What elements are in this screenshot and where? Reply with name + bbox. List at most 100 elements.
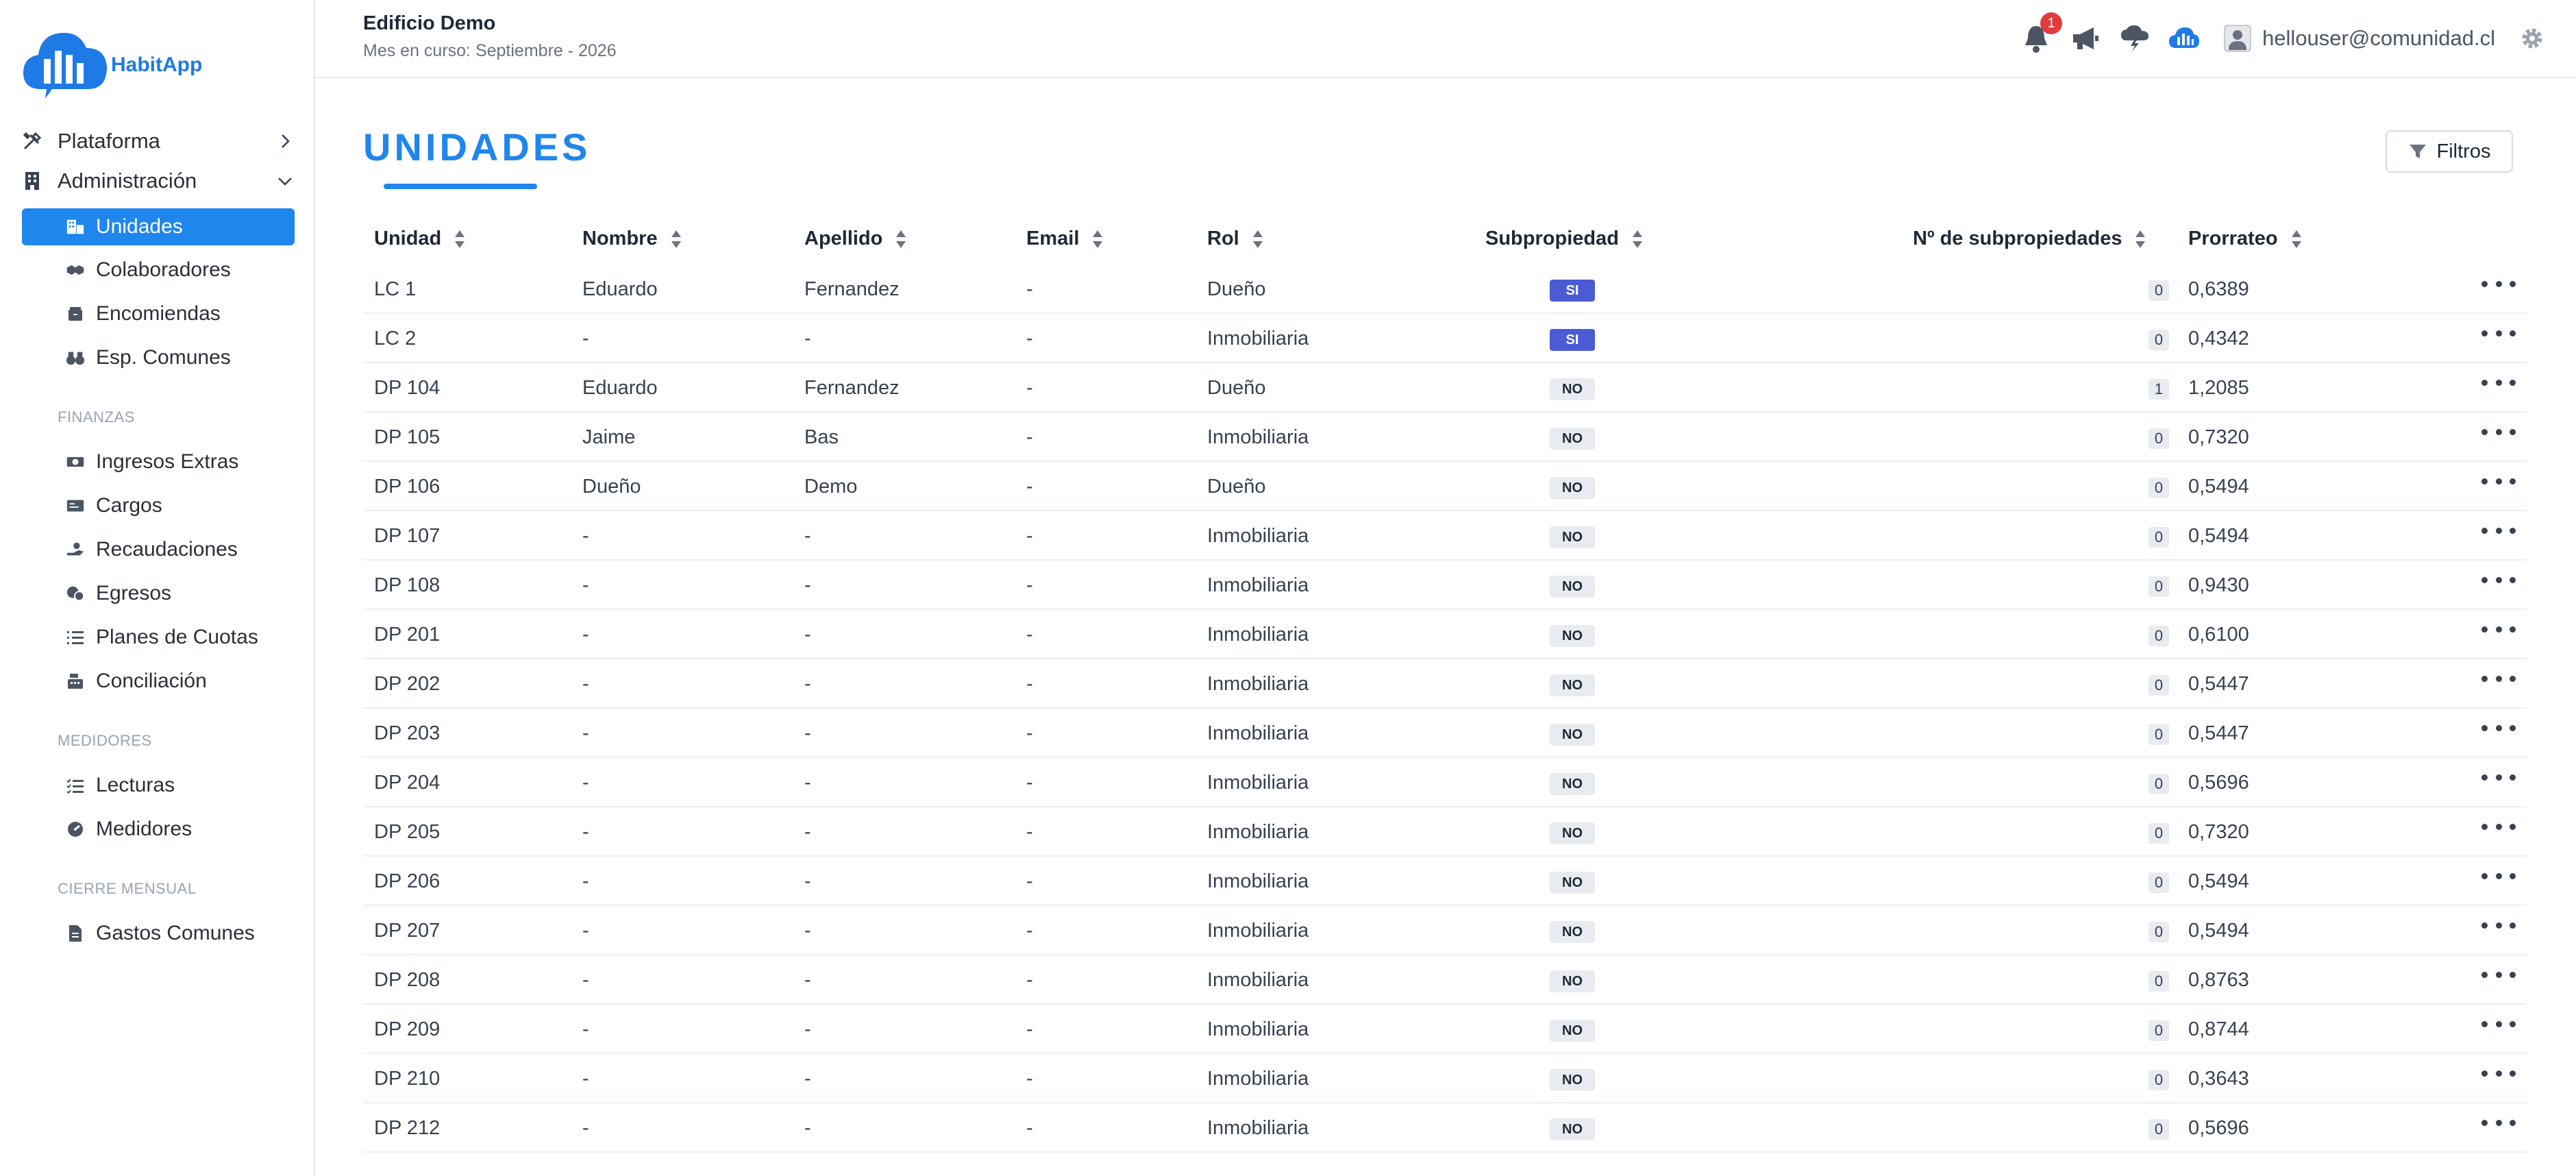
more-options-icon[interactable] xyxy=(2481,566,2516,593)
sidebar-item-plataforma[interactable]: Plataforma xyxy=(21,123,301,159)
sort-icon[interactable] xyxy=(895,229,907,249)
more-options-icon[interactable] xyxy=(2481,862,2516,890)
table-row[interactable]: DP 203 - - - Inmobiliaria NO 0 0,5447 xyxy=(363,709,2527,758)
table-row[interactable]: DP 106 Dueño Demo - Dueño NO 0 0,5494 xyxy=(363,462,2527,511)
cell-email: - xyxy=(1026,426,1033,448)
table-row[interactable]: DP 107 - - - Inmobiliaria NO 0 0,5494 xyxy=(363,511,2527,561)
sidebar-item-label: Administración xyxy=(58,169,197,193)
bell-icon[interactable]: 1 xyxy=(2020,12,2063,55)
units-icon xyxy=(66,218,85,236)
more-options-icon[interactable] xyxy=(2481,615,2516,643)
sort-icon[interactable] xyxy=(670,229,682,249)
sidebar-item-cargos[interactable]: Cargos xyxy=(22,487,295,524)
gear-icon[interactable] xyxy=(2516,22,2549,55)
sidebar-item-conciliacion[interactable]: Conciliación xyxy=(22,663,295,700)
column-header-num-subpropiedades[interactable]: Nº de subpropiedades xyxy=(1913,228,2146,250)
sidebar-item-colaboradores[interactable]: Colaboradores xyxy=(22,252,295,289)
sidebar-item-esp-comunes[interactable]: Esp. Comunes xyxy=(22,339,295,376)
column-header-apellido[interactable]: Apellido xyxy=(804,228,907,250)
table-row[interactable]: DP 108 - - - Inmobiliaria NO 0 0,9430 xyxy=(363,561,2527,610)
cell-rol: Inmobiliaria xyxy=(1207,969,1309,991)
building-name[interactable]: Edificio Demo xyxy=(363,12,495,35)
filters-button[interactable]: Filtros xyxy=(2386,130,2513,173)
column-header-rol[interactable]: Rol xyxy=(1207,228,1264,250)
cell-email: - xyxy=(1026,821,1033,843)
subproperty-count-badge: 0 xyxy=(2148,527,2169,548)
cell-prorrateo: 0,6100 xyxy=(2188,624,2249,646)
cell-email: - xyxy=(1026,1068,1033,1090)
habitapp-logo[interactable]: HabitApp xyxy=(21,21,206,103)
more-options-icon[interactable] xyxy=(2481,1109,2516,1136)
table-row[interactable]: LC 1 Eduardo Fernandez - Dueño SI 0 0,6389 xyxy=(363,265,2527,314)
column-header-unidad[interactable]: Unidad xyxy=(374,228,466,250)
more-options-icon[interactable] xyxy=(2481,418,2516,445)
sidebar-item-recaudaciones[interactable]: Recaudaciones xyxy=(22,531,295,568)
more-options-icon[interactable] xyxy=(2481,319,2516,347)
cell-rol: Dueño xyxy=(1207,476,1266,498)
sort-icon[interactable] xyxy=(1091,229,1104,249)
table-row[interactable]: DP 206 - - - Inmobiliaria NO 0 0,5494 xyxy=(363,857,2527,906)
table-row[interactable]: DP 210 - - - Inmobiliaria NO 0 0,3643 xyxy=(363,1054,2527,1103)
more-options-icon[interactable] xyxy=(2481,369,2516,396)
megaphone-icon[interactable] xyxy=(2069,22,2102,55)
sidebar-item-planes-de-cuotas[interactable]: Planes de Cuotas xyxy=(22,619,295,656)
sidebar-item-egresos[interactable]: Egresos xyxy=(22,575,295,612)
cell-email: - xyxy=(1026,525,1033,547)
sidebar-item-medidores[interactable]: Medidores xyxy=(22,811,295,848)
more-options-icon[interactable] xyxy=(2481,1059,2516,1087)
user-email[interactable]: hellouser@comunidad.cl xyxy=(2262,26,2495,51)
more-options-icon[interactable] xyxy=(2481,1010,2516,1038)
more-options-icon[interactable] xyxy=(2481,517,2516,544)
table-row[interactable]: DP 202 - - - Inmobiliaria NO 0 0,5447 xyxy=(363,659,2527,709)
sort-icon[interactable] xyxy=(2134,229,2146,249)
sidebar-item-encomiendas[interactable]: Encomiendas xyxy=(22,295,295,332)
subpropiedad-badge: SI xyxy=(1550,280,1595,302)
cell-email: - xyxy=(1026,377,1033,399)
table-row[interactable]: DP 204 - - - Inmobiliaria NO 0 0,5696 xyxy=(363,758,2527,807)
more-options-icon[interactable] xyxy=(2481,270,2516,297)
storm-cloud-icon[interactable] xyxy=(2118,22,2151,55)
cell-prorrateo: 0,5696 xyxy=(2188,772,2249,794)
sidebar-item-ingresos-extras[interactable]: Ingresos Extras xyxy=(22,443,295,480)
column-header-prorrateo[interactable]: Prorrateo xyxy=(2188,228,2303,250)
table-row[interactable]: DP 212 - - - Inmobiliaria NO 0 0,5696 xyxy=(363,1103,2527,1153)
more-options-icon[interactable] xyxy=(2481,961,2516,988)
sidebar-item-lecturas[interactable]: Lecturas xyxy=(22,767,295,804)
more-options-icon[interactable] xyxy=(2481,763,2516,791)
more-options-icon[interactable] xyxy=(2481,911,2516,939)
cloud-chart-icon[interactable] xyxy=(2168,22,2201,55)
column-header-label: Nombre xyxy=(582,228,658,249)
sort-icon[interactable] xyxy=(2290,229,2303,249)
table-row[interactable]: DP 105 Jaime Bas - Inmobiliaria NO 0 0,7320 xyxy=(363,413,2527,462)
chevron-down-icon xyxy=(275,171,295,191)
sidebar-item-administracion[interactable]: Administración xyxy=(21,163,301,199)
table-row[interactable]: DP 201 - - - Inmobiliaria NO 0 0,6100 xyxy=(363,610,2527,659)
sidebar-item-gastos-comunes[interactable]: Gastos Comunes xyxy=(22,915,295,952)
column-header-subpropiedad[interactable]: Subpropiedad xyxy=(1485,228,1644,250)
cell-apellido: - xyxy=(804,624,811,646)
sidebar-item-unidades[interactable]: Unidades xyxy=(22,208,295,245)
column-header-email[interactable]: Email xyxy=(1026,228,1104,250)
cell-email: - xyxy=(1026,476,1033,498)
more-options-icon[interactable] xyxy=(2481,714,2516,742)
sort-icon[interactable] xyxy=(1252,229,1264,249)
column-header-label: Rol xyxy=(1207,228,1239,249)
column-header-nombre[interactable]: Nombre xyxy=(582,228,682,250)
sort-icon[interactable] xyxy=(454,229,466,249)
table-row[interactable]: DP 208 - - - Inmobiliaria NO 0 0,8763 xyxy=(363,955,2527,1005)
table-row[interactable]: DP 104 Eduardo Fernandez - Dueño NO 1 1,2085 xyxy=(363,363,2527,413)
user-avatar-icon[interactable] xyxy=(2221,22,2254,55)
more-options-icon[interactable] xyxy=(2481,467,2516,495)
sidebar-item-label: Conciliación xyxy=(96,670,207,692)
coins-icon xyxy=(66,585,85,602)
table-row[interactable]: LC 2 - - - Inmobiliaria SI 0 0,4342 xyxy=(363,314,2527,363)
sort-icon[interactable] xyxy=(1631,229,1644,249)
more-options-icon[interactable] xyxy=(2481,665,2516,692)
table-row[interactable]: DP 209 - - - Inmobiliaria NO 0 0,8744 xyxy=(363,1005,2527,1054)
subproperty-count-badge: 0 xyxy=(2148,280,2169,301)
table-row[interactable]: DP 205 - - - Inmobiliaria NO 0 0,7320 xyxy=(363,807,2527,857)
cell-prorrateo: 0,5494 xyxy=(2188,476,2249,498)
table-row[interactable]: DP 207 - - - Inmobiliaria NO 0 0,5494 xyxy=(363,906,2527,955)
more-options-icon[interactable] xyxy=(2481,813,2516,840)
topbar-actions: 1 hellouser@comunidad.cl xyxy=(2003,12,2549,59)
